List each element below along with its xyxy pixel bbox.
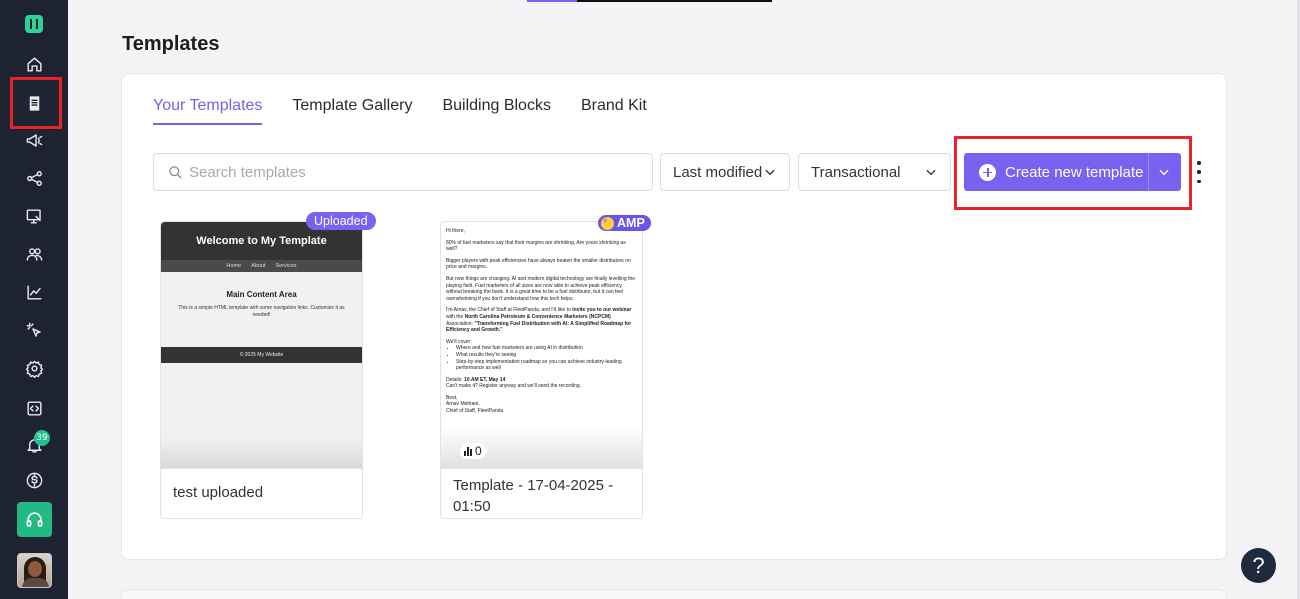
secondary-card: [121, 589, 1227, 599]
top-progress-bar: [527, 0, 772, 2]
preview-footer: © 2025 My Website: [161, 347, 362, 363]
tab-template-gallery[interactable]: Template Gallery: [292, 97, 412, 125]
type-select-value: Transactional: [811, 163, 901, 181]
sort-select-value: Last modified: [673, 163, 763, 181]
analytics-icon[interactable]: [18, 276, 50, 308]
search-box[interactable]: [153, 153, 653, 191]
tab-brand-kit[interactable]: Brand Kit: [581, 97, 647, 125]
code-icon[interactable]: [18, 392, 50, 424]
templates-card: Your Templates Template Gallery Building…: [121, 73, 1227, 560]
template-name: Template - 17-04-2025 - 01:50: [453, 477, 614, 515]
app-logo[interactable]: [25, 15, 43, 33]
tab-building-blocks[interactable]: Building Blocks: [442, 97, 551, 125]
template-name: test uploaded: [173, 484, 264, 501]
user-avatar[interactable]: [17, 553, 52, 588]
preview-heading: Main Content Area: [226, 290, 297, 299]
search-icon: [169, 165, 182, 179]
sort-select[interactable]: Last modified: [660, 153, 790, 191]
bar-chart-icon: [464, 446, 472, 456]
stats-indicator[interactable]: 0: [460, 443, 486, 459]
create-dropdown-toggle[interactable]: [1157, 165, 1171, 183]
type-select[interactable]: Transactional: [798, 153, 951, 191]
click-icon[interactable]: [18, 314, 50, 346]
create-new-template-button[interactable]: Create new template: [964, 153, 1181, 191]
template-thumbnail: Hi there, 80% of fuel marketers say that…: [441, 222, 642, 469]
preview-text: This is a simple HTML template with some…: [178, 305, 345, 318]
settings-icon[interactable]: [18, 352, 50, 384]
sidebar: 39: [0, 0, 68, 599]
search-input[interactable]: [189, 163, 629, 181]
plus-circle-icon: [979, 163, 996, 181]
lightning-icon: [601, 216, 614, 230]
dollar-icon[interactable]: [18, 464, 50, 496]
chevron-down-icon: [1159, 169, 1169, 176]
preview-nav: Home About Services: [161, 260, 362, 272]
campaign-icon[interactable]: [18, 124, 50, 156]
monitor-icon[interactable]: [18, 200, 50, 232]
workflow-icon[interactable]: [18, 162, 50, 194]
notification-count-badge: 39: [34, 430, 50, 446]
help-icon[interactable]: ?: [1241, 548, 1276, 583]
contacts-icon[interactable]: [18, 238, 50, 270]
more-options-icon[interactable]: [1197, 161, 1203, 183]
uploaded-badge: Uploaded: [306, 212, 376, 230]
stat-value: 0: [475, 444, 482, 458]
template-card[interactable]: Welcome to My Template Home About Servic…: [160, 212, 376, 519]
templates-icon[interactable]: [18, 87, 50, 119]
chevron-down-icon: [765, 169, 775, 176]
tab-bar: Your Templates Template Gallery Building…: [153, 97, 677, 125]
chevron-down-icon: [926, 169, 936, 176]
template-card[interactable]: Hi there, 80% of fuel marketers say that…: [440, 215, 651, 519]
template-thumbnail: Welcome to My Template Home About Servic…: [161, 222, 362, 469]
headset-icon[interactable]: [17, 502, 52, 537]
create-button-label: Create new template: [1005, 163, 1144, 181]
home-icon[interactable]: [18, 48, 50, 80]
tab-your-templates[interactable]: Your Templates: [153, 97, 263, 125]
amp-badge: AMP: [598, 215, 651, 231]
page-title: Templates: [122, 33, 220, 55]
